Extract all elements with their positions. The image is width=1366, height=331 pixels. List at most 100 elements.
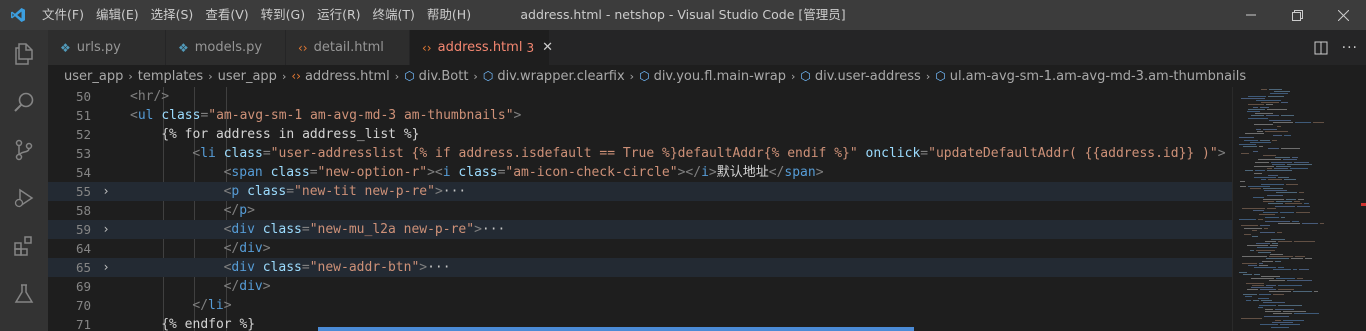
html-file-icon: ‹› xyxy=(422,40,432,55)
minimap-line xyxy=(1245,170,1253,172)
close-tab-icon[interactable]: ✕ xyxy=(542,40,553,55)
minimap-line xyxy=(1261,179,1266,181)
code-line[interactable]: 51 <ul class="am-avg-sm-1 am-avg-md-3 am-… xyxy=(48,106,1232,125)
code-line[interactable]: 52 {% for address in address_list %} xyxy=(48,125,1232,144)
breadcrumb-folder[interactable]: templates xyxy=(138,69,203,84)
source-control-button[interactable] xyxy=(0,126,48,174)
chevron-right-icon: › xyxy=(473,69,478,83)
breadcrumb-symbol[interactable]: ⬡ div.user-address xyxy=(800,69,920,84)
minimap-line xyxy=(1294,201,1300,203)
restore-button[interactable] xyxy=(1274,0,1320,30)
breadcrumb-file[interactable]: ‹› address.html xyxy=(291,69,389,84)
menu-selection[interactable]: 选择(S) xyxy=(145,0,200,30)
tab-models-py[interactable]: ❖ models.py xyxy=(166,30,286,65)
minimap-line xyxy=(1265,311,1281,313)
minimap-line xyxy=(1252,236,1258,238)
code-line[interactable]: 59 › <div class="new-mu_l2a new-p-re">··· xyxy=(48,220,1232,239)
minimap-line xyxy=(1265,221,1290,222)
minimap-line xyxy=(1261,276,1280,277)
tab-detail-html[interactable]: ‹› detail.html xyxy=(286,30,410,65)
line-number: 59 xyxy=(75,222,91,237)
line-number: 51 xyxy=(75,108,91,123)
minimap-line xyxy=(1259,293,1271,295)
code-line[interactable]: 70 </li> xyxy=(48,296,1232,315)
minimap-line xyxy=(1275,260,1281,262)
minimap-line xyxy=(1242,256,1267,258)
minimap-line xyxy=(1256,243,1270,244)
breadcrumb-symbol[interactable]: ⬡ ul.am-avg-sm-1.am-avg-md-3.am-thumbnail… xyxy=(935,69,1246,84)
breadcrumb-file-label: address.html xyxy=(304,68,390,84)
breadcrumb-symbol[interactable]: ⬡ div.wrapper.clearfix xyxy=(483,69,625,84)
search-button[interactable] xyxy=(0,78,48,126)
minimap-line xyxy=(1263,212,1278,214)
minimap-line xyxy=(1281,216,1285,218)
activity-bar xyxy=(0,30,48,331)
more-actions-icon[interactable]: ··· xyxy=(1342,40,1358,56)
menu-help[interactable]: 帮助(H) xyxy=(421,0,477,30)
fold-chevron-icon[interactable]: › xyxy=(100,258,112,277)
code-line[interactable]: 54 <span class="new-option-r"><i class="a… xyxy=(48,163,1232,182)
code-line[interactable]: 69 </div> xyxy=(48,277,1232,296)
chevron-right-icon: › xyxy=(629,69,635,83)
code-line[interactable]: 58 </p> xyxy=(48,201,1232,220)
close-window-button[interactable] xyxy=(1320,0,1366,30)
minimap-line xyxy=(1295,256,1305,258)
horizontal-scrollbar[interactable] xyxy=(318,327,914,331)
menu-terminal[interactable]: 终端(T) xyxy=(367,0,421,30)
run-debug-button[interactable] xyxy=(0,174,48,222)
breadcrumb-folder[interactable]: user_app xyxy=(64,69,123,84)
fold-chevron-icon[interactable]: › xyxy=(100,182,112,201)
minimap-line xyxy=(1299,192,1304,194)
symbol-element-icon: ⬡ xyxy=(404,69,415,83)
minimap-line xyxy=(1275,309,1294,310)
explorer-button[interactable] xyxy=(0,30,48,78)
minimap-line xyxy=(1292,157,1298,159)
tab-address-html[interactable]: ‹› address.html 3 ✕ xyxy=(410,30,553,65)
code-line[interactable]: 65 › <div class="new-addr-btn">··· xyxy=(48,258,1232,277)
minimap-line xyxy=(1241,317,1262,319)
minimap-line xyxy=(1302,223,1318,225)
tab-label: models.py xyxy=(194,40,263,55)
extensions-button[interactable] xyxy=(0,222,48,270)
minimap-line xyxy=(1265,130,1288,132)
minimap-line xyxy=(1245,133,1264,134)
code-content: <p class="new-tit new-p-re">··· xyxy=(223,184,467,199)
minimap-line xyxy=(1258,306,1263,308)
minimap-line xyxy=(1244,227,1262,229)
menu-run[interactable]: 运行(R) xyxy=(311,0,366,30)
code-line[interactable]: 55 › <p class="new-tit new-p-re">··· xyxy=(48,182,1232,201)
code-line[interactable]: 50 <hr/> xyxy=(48,87,1232,106)
minimap-line xyxy=(1258,159,1281,161)
minimap-line xyxy=(1257,247,1277,249)
close-icon xyxy=(1337,9,1349,21)
minimap-line xyxy=(1278,289,1294,291)
code-line[interactable]: 64 </div> xyxy=(48,239,1232,258)
minimap-line xyxy=(1253,196,1264,198)
breadcrumb-symbol[interactable]: ⬡ div.you.fl.main-wrap xyxy=(639,69,786,84)
editor-actions: ··· xyxy=(1314,30,1358,65)
minimap-line xyxy=(1259,146,1263,148)
breadcrumb-symbol[interactable]: ⬡ div.Bott xyxy=(404,69,468,84)
breadcrumb-folder[interactable]: user_app xyxy=(218,69,277,84)
minimap-line xyxy=(1248,108,1265,110)
chevron-right-icon: › xyxy=(208,69,213,83)
split-editor-icon[interactable] xyxy=(1314,41,1328,55)
minimap-line xyxy=(1269,89,1282,90)
menu-edit[interactable]: 编辑(E) xyxy=(90,0,145,30)
menu-file[interactable]: 文件(F) xyxy=(36,0,90,30)
chevron-right-icon: › xyxy=(925,69,931,83)
minimize-button[interactable] xyxy=(1228,0,1274,30)
line-number: 65 xyxy=(75,260,91,275)
code-content: </li> xyxy=(192,298,232,313)
code-editor[interactable]: 50 <hr/> 51 <ul class="am-avg-sm-1 am-avg-m… xyxy=(48,87,1232,331)
testing-button[interactable] xyxy=(0,270,48,318)
menu-go[interactable]: 转到(G) xyxy=(255,0,311,30)
chevron-right-icon: › xyxy=(394,69,400,83)
menu-view[interactable]: 查看(V) xyxy=(199,0,254,30)
code-line[interactable]: 53 <li class="user-addresslist {% if addr… xyxy=(48,144,1232,163)
fold-chevron-icon[interactable]: › xyxy=(100,220,112,239)
tab-urls-py[interactable]: ❖ urls.py xyxy=(48,30,166,65)
problems-count-badge: 3 xyxy=(526,40,535,55)
minimap[interactable] xyxy=(1232,87,1366,331)
code-content: <li class="user-addresslist {% if addres… xyxy=(192,146,1226,161)
